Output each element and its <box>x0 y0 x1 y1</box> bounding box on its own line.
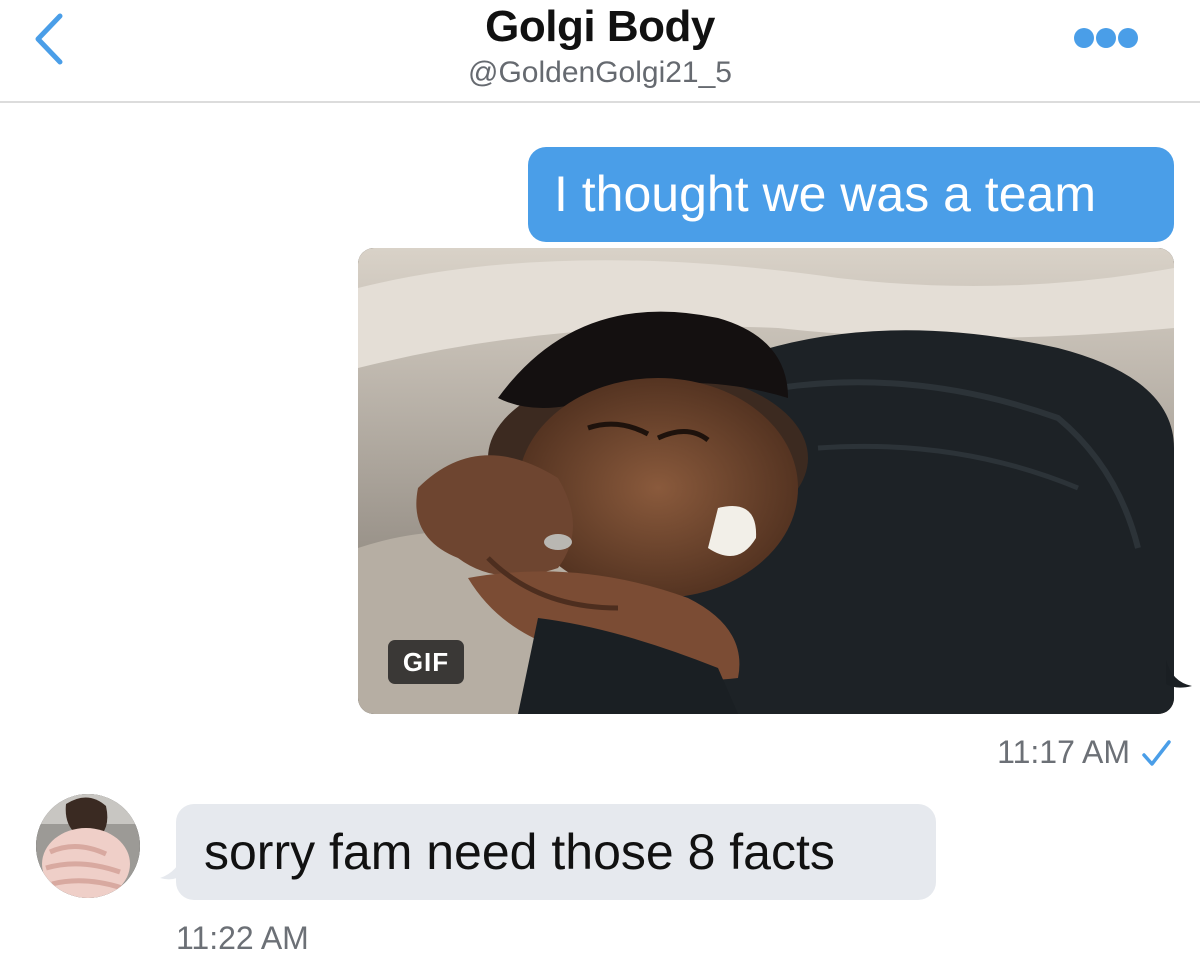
outgoing-message-bubble[interactable]: I thought we was a team <box>528 147 1174 242</box>
gif-message[interactable]: GIF <box>358 248 1174 714</box>
incoming-message-bubble[interactable]: sorry fam need those 8 facts <box>176 804 936 900</box>
page-title: Golgi Body <box>485 2 715 51</box>
message-timestamp: 11:22 AM <box>176 920 309 956</box>
conversation-header: Golgi Body @GoldenGolgi21_5 <box>0 0 1200 103</box>
gif-badge: GIF <box>388 640 464 684</box>
more-dots-icon <box>1074 28 1138 48</box>
checkmark-icon <box>1142 740 1171 766</box>
avatar[interactable] <box>36 794 140 898</box>
message-timestamp: 11:17 AM <box>997 734 1130 770</box>
gif-image <box>358 248 1174 714</box>
more-options-button[interactable] <box>1068 22 1144 54</box>
avatar-image <box>36 794 140 898</box>
bubble-tail-icon <box>1166 660 1192 688</box>
user-handle: @GoldenGolgi21_5 <box>468 56 732 89</box>
